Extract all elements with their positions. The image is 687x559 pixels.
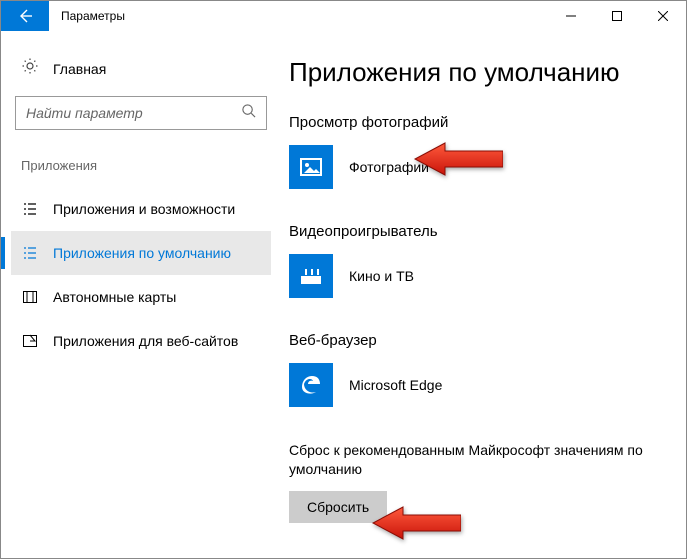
reset-description: Сброс к рекомендованным Майкрософт значе… bbox=[289, 441, 656, 479]
sidebar-item-label: Автономные карты bbox=[53, 289, 176, 305]
website-icon bbox=[21, 333, 39, 349]
search-box[interactable] bbox=[15, 96, 267, 130]
sidebar-item-offline-maps[interactable]: Автономные карты bbox=[11, 275, 271, 319]
arrow-left-icon bbox=[17, 8, 33, 24]
search-icon bbox=[241, 103, 256, 123]
minimize-button[interactable] bbox=[548, 1, 594, 31]
list-icon bbox=[21, 201, 39, 217]
sidebar-item-default-apps[interactable]: Приложения по умолчанию bbox=[11, 231, 271, 275]
close-button[interactable] bbox=[640, 1, 686, 31]
edge-icon bbox=[289, 363, 333, 407]
app-choice-photos[interactable]: Фотографии bbox=[289, 145, 656, 189]
titlebar: Параметры bbox=[1, 1, 686, 31]
content-area: Приложения по умолчанию Просмотр фотогра… bbox=[281, 31, 686, 558]
maximize-icon bbox=[612, 11, 622, 21]
back-button[interactable] bbox=[1, 1, 49, 31]
defaults-icon bbox=[21, 245, 39, 261]
sidebar-item-apps-features[interactable]: Приложения и возможности bbox=[11, 187, 271, 231]
page-title: Приложения по умолчанию bbox=[289, 57, 656, 88]
app-choice-movies[interactable]: Кино и ТВ bbox=[289, 254, 656, 298]
group-label: Просмотр фотографий bbox=[289, 114, 656, 131]
group-web-browser: Веб-браузер Microsoft Edge bbox=[289, 332, 656, 407]
minimize-icon bbox=[566, 11, 576, 21]
movies-icon bbox=[289, 254, 333, 298]
sidebar-item-label: Приложения по умолчанию bbox=[53, 245, 231, 261]
group-video-player: Видеопроигрыватель Кино и ТВ bbox=[289, 223, 656, 298]
sidebar: Главная Приложения Приложения и возможно… bbox=[1, 31, 281, 558]
group-label: Веб-браузер bbox=[289, 332, 656, 349]
group-label: Видеопроигрыватель bbox=[289, 223, 656, 240]
sidebar-item-apps-websites[interactable]: Приложения для веб-сайтов bbox=[11, 319, 271, 363]
app-name: Кино и ТВ bbox=[349, 268, 414, 284]
maximize-button[interactable] bbox=[594, 1, 640, 31]
app-name: Microsoft Edge bbox=[349, 377, 442, 393]
sidebar-item-label: Приложения и возможности bbox=[53, 201, 235, 217]
app-choice-edge[interactable]: Microsoft Edge bbox=[289, 363, 656, 407]
reset-button[interactable]: Сбросить bbox=[289, 491, 387, 523]
sidebar-home-label: Главная bbox=[53, 61, 106, 77]
gear-icon bbox=[21, 57, 39, 80]
window-controls bbox=[548, 1, 686, 31]
close-icon bbox=[658, 11, 668, 21]
search-input[interactable] bbox=[26, 105, 241, 121]
sidebar-home[interactable]: Главная bbox=[11, 51, 271, 96]
sidebar-item-label: Приложения для веб-сайтов bbox=[53, 333, 238, 349]
map-icon bbox=[21, 289, 39, 305]
window-title: Параметры bbox=[49, 9, 548, 23]
group-photo-viewer: Просмотр фотографий Фотографии bbox=[289, 114, 656, 189]
app-name: Фотографии bbox=[349, 159, 429, 175]
sidebar-section-header: Приложения bbox=[11, 152, 271, 187]
photos-icon bbox=[289, 145, 333, 189]
